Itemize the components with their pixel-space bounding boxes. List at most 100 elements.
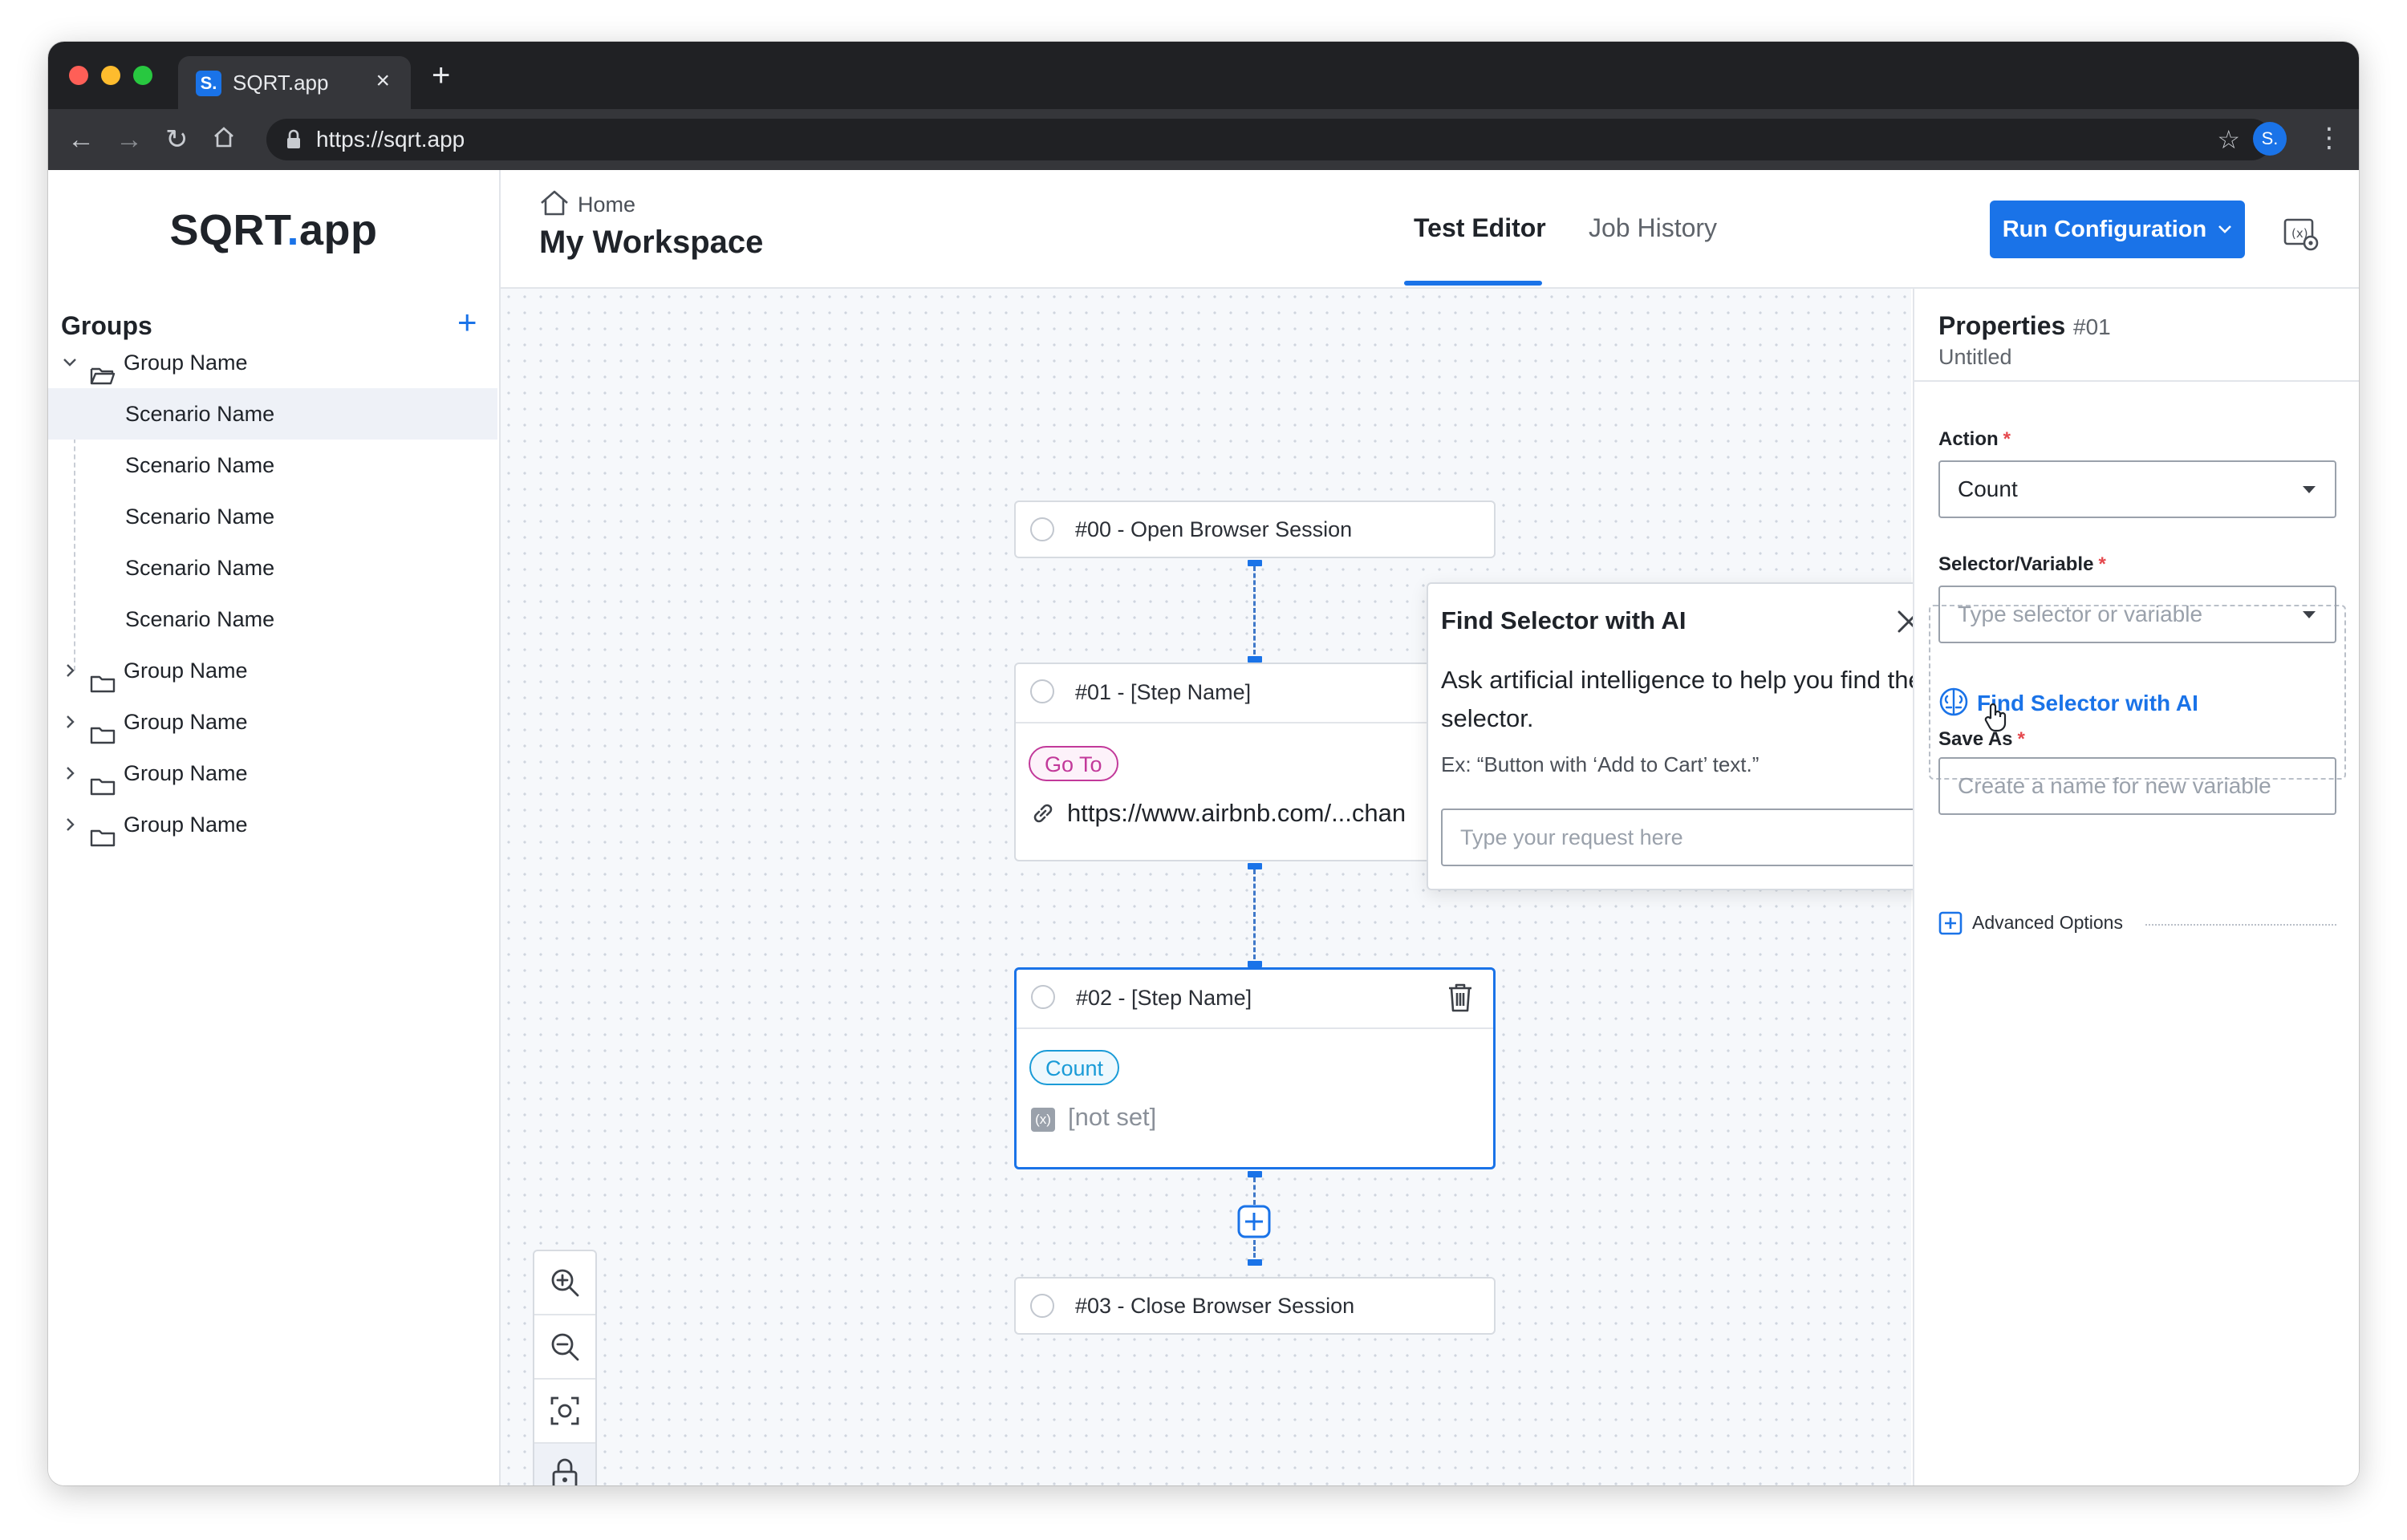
advanced-options-toggle[interactable]: Advanced Options [1938, 911, 2123, 935]
group-row[interactable]: Group Name [48, 799, 497, 850]
divider [2145, 924, 2336, 926]
logo-area: SQRT.app [48, 170, 501, 287]
browser-menu-icon[interactable]: ⋮ [2316, 120, 2343, 156]
back-icon[interactable]: ← [67, 124, 95, 156]
step-status-icon [1030, 517, 1054, 541]
profile-avatar[interactable]: S. [2253, 122, 2287, 156]
scenario-row[interactable]: Scenario Name [48, 440, 497, 491]
group-label: Group Name [124, 659, 248, 683]
reload-icon[interactable]: ↻ [165, 124, 189, 156]
breadcrumb-home[interactable]: Home [539, 189, 635, 217]
group-row[interactable]: Group Name [48, 645, 497, 696]
action-badge-goto: Go To [1029, 746, 1118, 781]
connector-port[interactable] [1248, 1259, 1262, 1266]
close-tab-icon[interactable]: × [375, 67, 390, 95]
popover-description: Ask artificial intelligence to help you … [1441, 666, 1922, 732]
ai-request-input[interactable]: Type your request here [1441, 808, 1929, 866]
fit-view-icon[interactable] [534, 1380, 595, 1442]
properties-header: Properties #01 Untitled [1914, 289, 2359, 382]
node-divider [1016, 722, 1494, 723]
group-row[interactable]: Group Name [48, 337, 497, 388]
app-header: SQRT.app Home My Workspace Test Editor J… [48, 170, 2359, 289]
add-step-icon[interactable] [1237, 1205, 1271, 1242]
home-icon[interactable] [212, 125, 236, 153]
app-logo[interactable]: SQRT.app [48, 205, 499, 255]
bookmark-star-icon[interactable]: ☆ [2217, 125, 2240, 154]
step-node-close-browser[interactable]: #03 - Close Browser Session [1014, 1277, 1496, 1335]
action-select[interactable]: Count [1938, 460, 2336, 518]
node-divider [1017, 1027, 1493, 1029]
variable-icon: (x) [1031, 1108, 1055, 1132]
url-text: https://sqrt.app [316, 127, 465, 152]
scenario-row[interactable]: Scenario Name [48, 594, 497, 645]
folder-icon [90, 815, 116, 866]
trash-icon[interactable] [1447, 983, 1474, 1017]
scenario-row-selected[interactable]: Scenario Name [48, 388, 497, 440]
browser-tab-title: SQRT.app [233, 71, 329, 95]
home-icon [541, 190, 568, 216]
group-row[interactable]: Group Name [48, 748, 497, 799]
zoom-out-icon[interactable] [534, 1315, 595, 1378]
step-node-open-browser[interactable]: #00 - Open Browser Session [1014, 500, 1496, 558]
address-bar[interactable]: https://sqrt.app ☆ [266, 119, 2272, 160]
minimize-window-button[interactable] [101, 66, 120, 85]
step-status-icon [1031, 985, 1055, 1009]
connector-port[interactable] [1248, 560, 1262, 566]
brain-icon [1939, 687, 1968, 716]
step-title: #02 - [Step Name] [1076, 986, 1252, 1010]
maximize-window-button[interactable] [133, 66, 152, 85]
connector-port[interactable] [1248, 1171, 1262, 1177]
connector-port[interactable] [1248, 863, 1262, 869]
run-configuration-button[interactable]: Run Configuration [1990, 201, 2245, 258]
find-selector-ai-label: Find Selector with AI [1977, 691, 2198, 715]
step-connector [1253, 566, 1256, 654]
scenario-label: Scenario Name [125, 402, 275, 426]
tab-job-history[interactable]: Job History [1589, 212, 1717, 244]
lock-canvas-icon[interactable] [534, 1444, 595, 1485]
step-node-count-selected[interactable]: #02 - [Step Name] Count (x) [not set] [1014, 967, 1496, 1169]
close-window-button[interactable] [69, 66, 88, 85]
active-tab-indicator [1404, 281, 1542, 286]
group-row[interactable]: Group Name [48, 696, 497, 748]
scenario-label: Scenario Name [125, 453, 275, 477]
step-connector [1253, 869, 1256, 959]
selector-placeholder: Type selector or variable [1958, 602, 2203, 626]
chevron-right-icon[interactable] [63, 799, 77, 870]
breadcrumb-home-label: Home [578, 192, 636, 217]
tab-test-editor[interactable]: Test Editor [1414, 212, 1546, 244]
variables-settings-icon[interactable]: (x) [2282, 215, 2320, 253]
find-selector-ai-popover: Find Selector with AI Ask artificial int… [1427, 582, 1940, 890]
properties-subtitle: Untitled [1938, 345, 2012, 369]
connector-port[interactable] [1248, 656, 1262, 663]
browser-tab-strip: S. SQRT.app × + [48, 42, 2359, 109]
required-mark: * [2003, 428, 2011, 450]
step-node-go-to[interactable]: #01 - [Step Name] Go To https://www.airb… [1014, 663, 1496, 861]
properties-panel: Properties #01 Untitled Action * Count Se… [1913, 289, 2359, 1485]
save-as-input[interactable]: Create a name for new variable [1938, 757, 2336, 815]
connector-port[interactable] [1248, 961, 1262, 967]
zoom-in-icon[interactable] [534, 1251, 595, 1314]
browser-tab[interactable]: S. SQRT.app × [178, 56, 411, 109]
group-label: Group Name [124, 761, 248, 785]
popover-example: Ex: “Button with ‘Add to Cart’ text.” [1441, 752, 1760, 776]
scenario-label: Scenario Name [125, 607, 275, 631]
required-mark: * [2098, 553, 2106, 575]
add-group-button[interactable]: + [457, 305, 477, 340]
groups-sidebar: Groups + Group Name Scenario Name Scenar… [48, 287, 501, 1485]
forward-icon[interactable]: → [116, 124, 143, 156]
selector-input[interactable]: Type selector or variable [1938, 586, 2336, 643]
run-configuration-label: Run Configuration [2002, 216, 2207, 242]
popover-title: Find Selector with AI [1441, 606, 1687, 634]
scenario-row[interactable]: Scenario Name [48, 542, 497, 594]
group-label: Group Name [124, 710, 248, 734]
find-selector-ai-link[interactable]: Find Selector with AI [1938, 687, 2198, 717]
save-as-label: Save As * [1938, 728, 2025, 750]
new-tab-button[interactable]: + [432, 59, 450, 91]
properties-step-number: #01 [2073, 314, 2111, 339]
step-value: [not set] [1068, 1103, 1157, 1131]
step-url: https://www.airbnb.com/...chan [1067, 799, 1406, 827]
scenario-label: Scenario Name [125, 556, 275, 580]
caret-down-icon [2303, 611, 2316, 618]
step-status-icon [1030, 1294, 1054, 1318]
scenario-row[interactable]: Scenario Name [48, 491, 497, 542]
